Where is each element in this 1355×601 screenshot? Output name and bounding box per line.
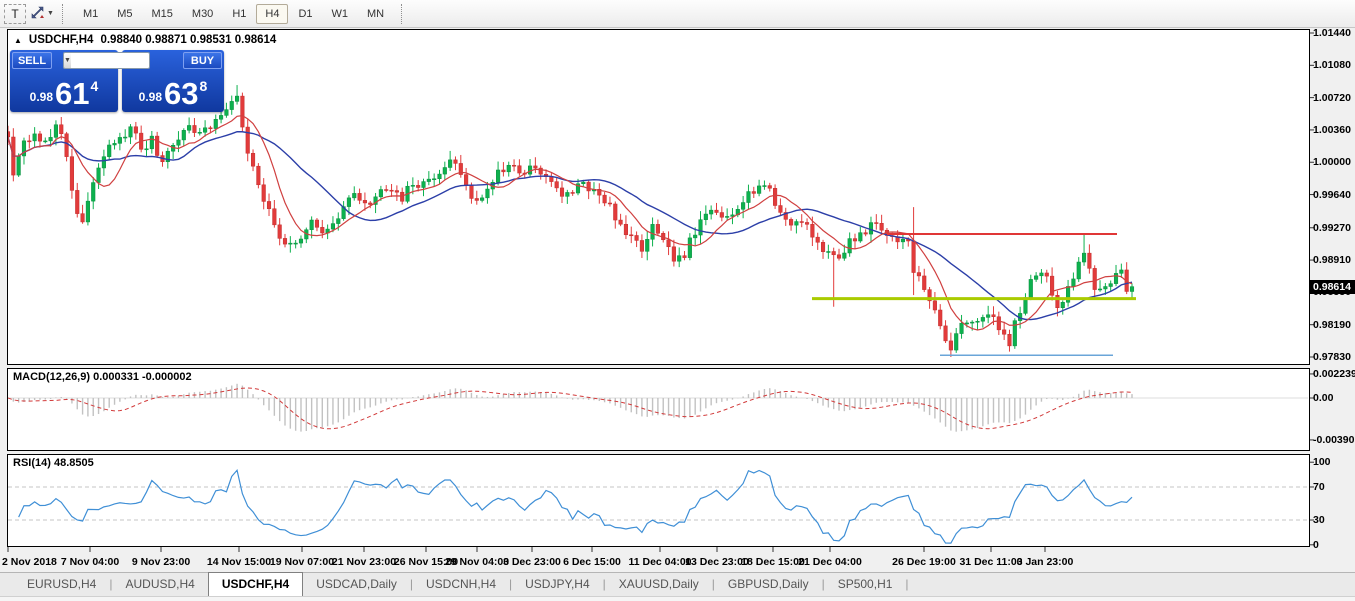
time-axis-tick: 21 Dec 04:00	[792, 556, 868, 568]
chart-tab-bar: EURUSD,H4 | AUDUSD,H4USDCHF,H4USDCAD,Daily…	[0, 572, 1355, 596]
buy-price-display[interactable]: 0.98 63 8	[122, 72, 224, 110]
tab-separator: |	[905, 573, 908, 595]
tab-gbpusd-daily[interactable]: GBPUSD,Daily	[715, 573, 822, 595]
tab-sp500-h1[interactable]: SP500,H1	[825, 573, 906, 595]
price-axis-tick: 1.01080	[1313, 59, 1355, 71]
rsi-pane[interactable]	[7, 454, 1310, 547]
arrows-icon	[30, 5, 45, 23]
title-arrow-icon: ▲	[14, 36, 22, 45]
top-toolbar: T ▼ M1M5M15M30H1H4D1W1MN	[0, 0, 1355, 28]
timeframe-group: M1M5M15M30H1H4D1W1MN	[74, 4, 393, 24]
price-axis-tick: 1.00360	[1313, 124, 1355, 136]
price-axis-tick: 0.99640	[1313, 189, 1355, 201]
tab-usdchf-h4[interactable]: USDCHF,H4	[208, 572, 303, 596]
tab-usdjpy-h4[interactable]: USDJPY,H4	[512, 573, 602, 595]
tab-usdcad-daily[interactable]: USDCAD,Daily	[303, 573, 410, 595]
timeframe-h4[interactable]: H4	[256, 4, 288, 24]
arrows-tool-button[interactable]: ▼	[30, 4, 54, 24]
lot-size-stepper: ▼ ▲	[63, 52, 150, 69]
chart-ohlc-values: 0.98840 0.98871 0.98531 0.98614	[100, 34, 276, 46]
rsi-axis-tick: 70	[1313, 481, 1355, 493]
macd-axis-tick: -0.003901	[1313, 434, 1355, 446]
buy-price-big: 63	[164, 79, 198, 109]
text-label-tool-button[interactable]: T	[4, 4, 26, 24]
time-axis-tick: 3 Jan 23:00	[1007, 556, 1083, 568]
price-axis-tick: 1.00000	[1313, 156, 1355, 168]
metatrader-window: T ▼ M1M5M15M30H1H4D1W1MN ▲ USDCHF,H4 0.9…	[0, 0, 1355, 601]
buy-price-pip: 8	[200, 78, 208, 94]
price-axis-tick: 0.98190	[1313, 319, 1355, 331]
time-axis-tick: 6 Dec 15:00	[554, 556, 630, 568]
toolbar-separator	[62, 4, 66, 24]
chart-title: ▲ USDCHF,H4 0.98840 0.98871 0.98531 0.98…	[14, 34, 276, 46]
rsi-axis-tick: 100	[1313, 456, 1355, 468]
lot-decrease-button[interactable]: ▼	[64, 53, 71, 68]
price-axis-tick: 0.97830	[1313, 351, 1355, 363]
price-axis-tick: 0.98910	[1313, 254, 1355, 266]
timeframe-m5[interactable]: M5	[108, 4, 141, 24]
tab-usdcnh-h4[interactable]: USDCNH,H4	[413, 573, 509, 595]
chart-symbol-period: USDCHF,H4	[29, 34, 94, 46]
time-axis-tick: 9 Nov 23:00	[123, 556, 199, 568]
tab-xauusd-daily[interactable]: XAUUSD,Daily	[606, 573, 712, 595]
timeframe-m15[interactable]: M15	[143, 4, 182, 24]
buy-price-prefix: 0.98	[139, 90, 162, 104]
timeframe-m30[interactable]: M30	[183, 4, 222, 24]
lot-size-input[interactable]	[71, 53, 150, 68]
rsi-axis-tick: 0	[1313, 539, 1355, 551]
current-price-label: 0.98614	[1310, 280, 1355, 294]
time-axis-tick: 7 Nov 04:00	[52, 556, 128, 568]
tab-eurusd-h4[interactable]: EURUSD,H4	[14, 573, 109, 595]
horizontal-scrollbar[interactable]	[0, 596, 1355, 601]
macd-indicator-label: MACD(12,26,9) 0.000331 -0.000002	[13, 371, 192, 383]
chevron-down-icon[interactable]: ▼	[47, 10, 54, 17]
price-axis-tick: 0.99270	[1313, 222, 1355, 234]
price-axis-tick: 1.00720	[1313, 92, 1355, 104]
timeframe-h1[interactable]: H1	[223, 4, 255, 24]
sell-price-prefix: 0.98	[30, 90, 53, 104]
macd-axis-tick: 0.00	[1313, 392, 1355, 404]
sell-price-pip: 4	[91, 78, 99, 94]
rsi-axis-tick: 30	[1313, 514, 1355, 526]
macd-axis-tick: 0.002239	[1313, 368, 1355, 380]
sell-button[interactable]: SELL	[12, 52, 52, 69]
timeframe-d1[interactable]: D1	[289, 4, 321, 24]
toolbar-separator-2	[401, 4, 405, 24]
price-axis-tick: 1.01440	[1313, 27, 1355, 39]
timeframe-mn[interactable]: MN	[358, 4, 393, 24]
buy-button[interactable]: BUY	[183, 52, 222, 69]
time-axis-tick: 26 Dec 19:00	[886, 556, 962, 568]
sell-price-big: 61	[55, 79, 89, 109]
tab-audusd-h4[interactable]: AUDUSD,H4	[112, 573, 207, 595]
rsi-indicator-label: RSI(14) 48.8505	[13, 457, 94, 469]
timeframe-m1[interactable]: M1	[74, 4, 107, 24]
timeframe-w1[interactable]: W1	[323, 4, 358, 24]
macd-pane[interactable]	[7, 368, 1310, 451]
sell-price-display[interactable]: 0.98 61 4	[10, 72, 118, 110]
